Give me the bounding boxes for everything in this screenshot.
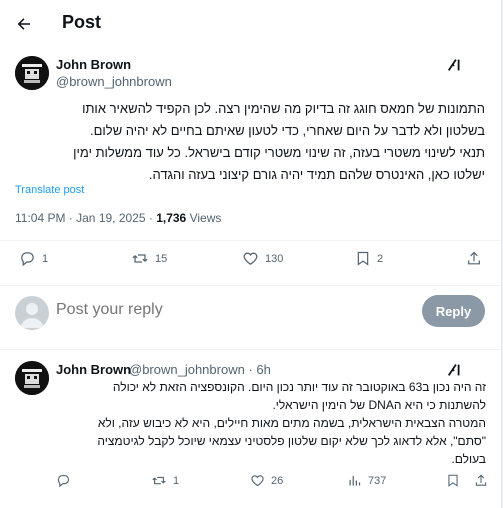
- share-icon: [475, 474, 487, 486]
- reply-input[interactable]: [56, 301, 376, 319]
- analytics-icon: [349, 476, 361, 486]
- bookmark-icon: [448, 474, 458, 487]
- bookmark-count: 2: [377, 252, 384, 265]
- bookmark-action[interactable]: [446, 473, 460, 488]
- reply-text: זה היה נכון ב63 באוקטובר זה עוד יותר נכו…: [56, 378, 486, 468]
- repost-action[interactable]: 15: [131, 250, 167, 267]
- views-action[interactable]: 737: [347, 473, 386, 488]
- divider: [0, 240, 503, 241]
- post-timestamp[interactable]: 11:04 PM · Jan 19, 2025 ·: [15, 211, 156, 225]
- like-action[interactable]: 130: [242, 250, 283, 267]
- reply-text-line: להשתנות כי היא הDNA של הימין הישראלי.: [272, 398, 486, 412]
- reply-actions: 1 26 737: [0, 473, 503, 497]
- repost-action[interactable]: 1: [151, 473, 179, 488]
- top-bar: Post: [0, 0, 503, 48]
- translate-post-link[interactable]: Translate post: [15, 184, 84, 196]
- bookmark-action[interactable]: 2: [355, 250, 383, 267]
- share-icon: [468, 251, 480, 265]
- reply-button[interactable]: Reply: [422, 295, 485, 327]
- reply-count: 1: [42, 252, 49, 265]
- back-button[interactable]: [12, 12, 36, 36]
- reply-icon: [57, 474, 70, 488]
- like-count: 26: [271, 474, 284, 487]
- author-name[interactable]: John Brown: [56, 57, 131, 72]
- repost-count: 15: [155, 252, 168, 265]
- reply-text-line: זה היה נכון ב63 באוקטובר זה עוד יותר נכו…: [112, 380, 486, 394]
- arrow-left-icon: [17, 18, 30, 30]
- reply-text-line: המטרה הצבאית הישראלית, בשמה מתים מאות חי…: [97, 416, 486, 430]
- reply-icon: [21, 252, 34, 267]
- author-handle[interactable]: @brown_johnbrown: [56, 74, 172, 89]
- heart-icon: [251, 475, 264, 487]
- share-action[interactable]: [474, 473, 488, 488]
- reply-author-handle: @brown_johnbrown · 6h: [129, 362, 271, 377]
- avatar[interactable]: [15, 361, 49, 395]
- reply-text-line: "סתם", אלא לדאוג לכך שלא יקום שלטון פלסט…: [97, 434, 486, 448]
- like-action[interactable]: 26: [250, 473, 283, 488]
- post-actions: 1 15 130 2: [0, 250, 503, 274]
- reply-time[interactable]: · 6h: [248, 362, 270, 377]
- like-count: 130: [265, 252, 284, 265]
- post-text-line: בשלטון ולא לדבר על היום שאחרי, כדי לטעון…: [90, 123, 485, 138]
- grok-icon[interactable]: [446, 56, 466, 76]
- divider: [0, 349, 503, 350]
- repost-count: 1: [173, 474, 180, 487]
- reply-handle[interactable]: @brown_johnbrown: [129, 362, 245, 377]
- views-count: 737: [368, 474, 387, 487]
- page-title: Post: [62, 12, 102, 32]
- reply-author-name[interactable]: John Brown: [56, 362, 131, 377]
- repost-icon: [132, 254, 148, 263]
- repost-icon: [152, 476, 166, 485]
- post-text-line: התמונות של חמאס חוגג זה בדיוק מה שהימין …: [82, 101, 485, 116]
- divider: [0, 285, 503, 286]
- reply-text-line: בעולם.: [451, 452, 486, 466]
- post-text: התמונות של חמאס חוגג זה בדיוק מה שהימין …: [15, 98, 485, 186]
- post-text-line: תנאי לשינוי משטרי בעזה, זה שינוי משטרי ק…: [73, 145, 485, 160]
- share-action[interactable]: [466, 250, 482, 267]
- post-text-line: ישלטו כאן, האינטרס שלהם תמיד יהיה גורם ק…: [148, 167, 485, 182]
- post-meta: 11:04 PM · Jan 19, 2025 · 1,736 Views: [15, 211, 221, 225]
- avatar: [15, 296, 49, 330]
- heart-icon: [243, 252, 258, 265]
- bookmark-icon: [357, 251, 369, 266]
- reply-composer: Reply: [0, 287, 503, 335]
- views-label: Views: [186, 211, 222, 225]
- avatar[interactable]: [15, 56, 49, 90]
- reply-action[interactable]: 1: [19, 250, 48, 267]
- views-count: 1,736: [156, 211, 187, 225]
- reply-action[interactable]: [56, 473, 77, 488]
